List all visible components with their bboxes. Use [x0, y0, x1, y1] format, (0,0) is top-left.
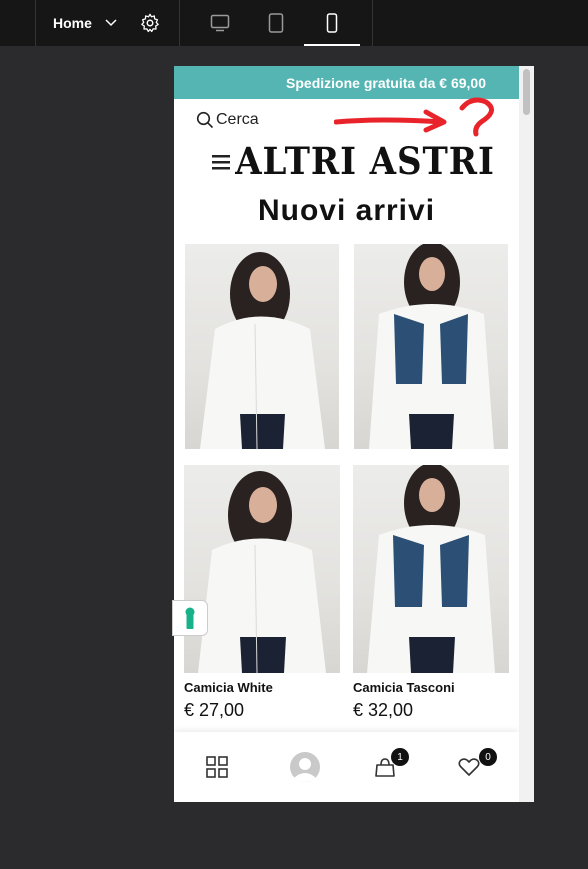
tablet-icon: [268, 13, 284, 33]
heart-icon: [458, 758, 480, 776]
cart-button[interactable]: 1: [364, 732, 409, 802]
grid-icon: [206, 756, 228, 778]
search-icon: [196, 111, 214, 129]
product-price: € 27,00: [184, 700, 245, 720]
product-photo: [198, 471, 326, 673]
announcement-bar: Spedizione gratuita da € 69,00: [174, 66, 519, 99]
announcement-text: Spedizione gratuita da € 69,00: [286, 74, 486, 91]
editor-toolbar: Home: [0, 0, 588, 46]
desktop-icon: [210, 14, 230, 32]
page-selector[interactable]: Home: [36, 0, 134, 46]
product-image[interactable]: [353, 465, 509, 673]
section-title: Nuovi arrivi: [257, 194, 436, 227]
scrollbar-track[interactable]: [519, 66, 534, 802]
product-name[interactable]: Camicia Tasconi: [353, 680, 455, 695]
wishlist-count-badge: 0: [479, 748, 497, 766]
scrollbar-thumb[interactable]: [523, 69, 530, 115]
wishlist-button[interactable]: 0: [448, 732, 497, 802]
account-button[interactable]: [284, 732, 326, 802]
toolbar-divider: [179, 0, 180, 46]
chevron-down-icon: [105, 19, 117, 27]
search-button[interactable]: Cerca: [196, 111, 259, 129]
product-photo: [200, 252, 325, 449]
store-logo[interactable]: ALTRI ASTRI: [235, 139, 494, 183]
product-name[interactable]: Camicia White: [184, 680, 273, 695]
avatar-icon: [290, 752, 320, 782]
toolbar-divider: [372, 0, 373, 46]
gear-icon[interactable]: [139, 12, 161, 34]
tablet-view-button[interactable]: [248, 0, 304, 46]
categories-button[interactable]: [196, 732, 238, 802]
product-image[interactable]: [185, 244, 339, 449]
product-image[interactable]: [184, 465, 340, 673]
accessibility-widget-button[interactable]: [172, 600, 208, 636]
product-photo: [369, 244, 494, 449]
page-selector-label: Home: [53, 15, 92, 31]
search-label: Cerca: [216, 111, 259, 128]
cart-count-badge: 1: [391, 748, 409, 766]
mobile-icon: [326, 13, 338, 33]
bottom-navigation: 1 0: [174, 732, 519, 802]
desktop-view-button[interactable]: [192, 0, 248, 46]
product-price: € 32,00: [353, 700, 414, 720]
product-image[interactable]: [354, 244, 508, 449]
mobile-preview: Spedizione gratuita da € 69,00 Cerca ALT…: [174, 66, 534, 802]
mobile-view-button[interactable]: [304, 0, 360, 46]
logo-text: ALTRI ASTRI: [235, 139, 495, 183]
keyhole-icon: [185, 607, 195, 629]
product-photo: [367, 465, 495, 673]
menu-icon[interactable]: [212, 154, 232, 170]
annotation-arrow: [334, 97, 494, 137]
